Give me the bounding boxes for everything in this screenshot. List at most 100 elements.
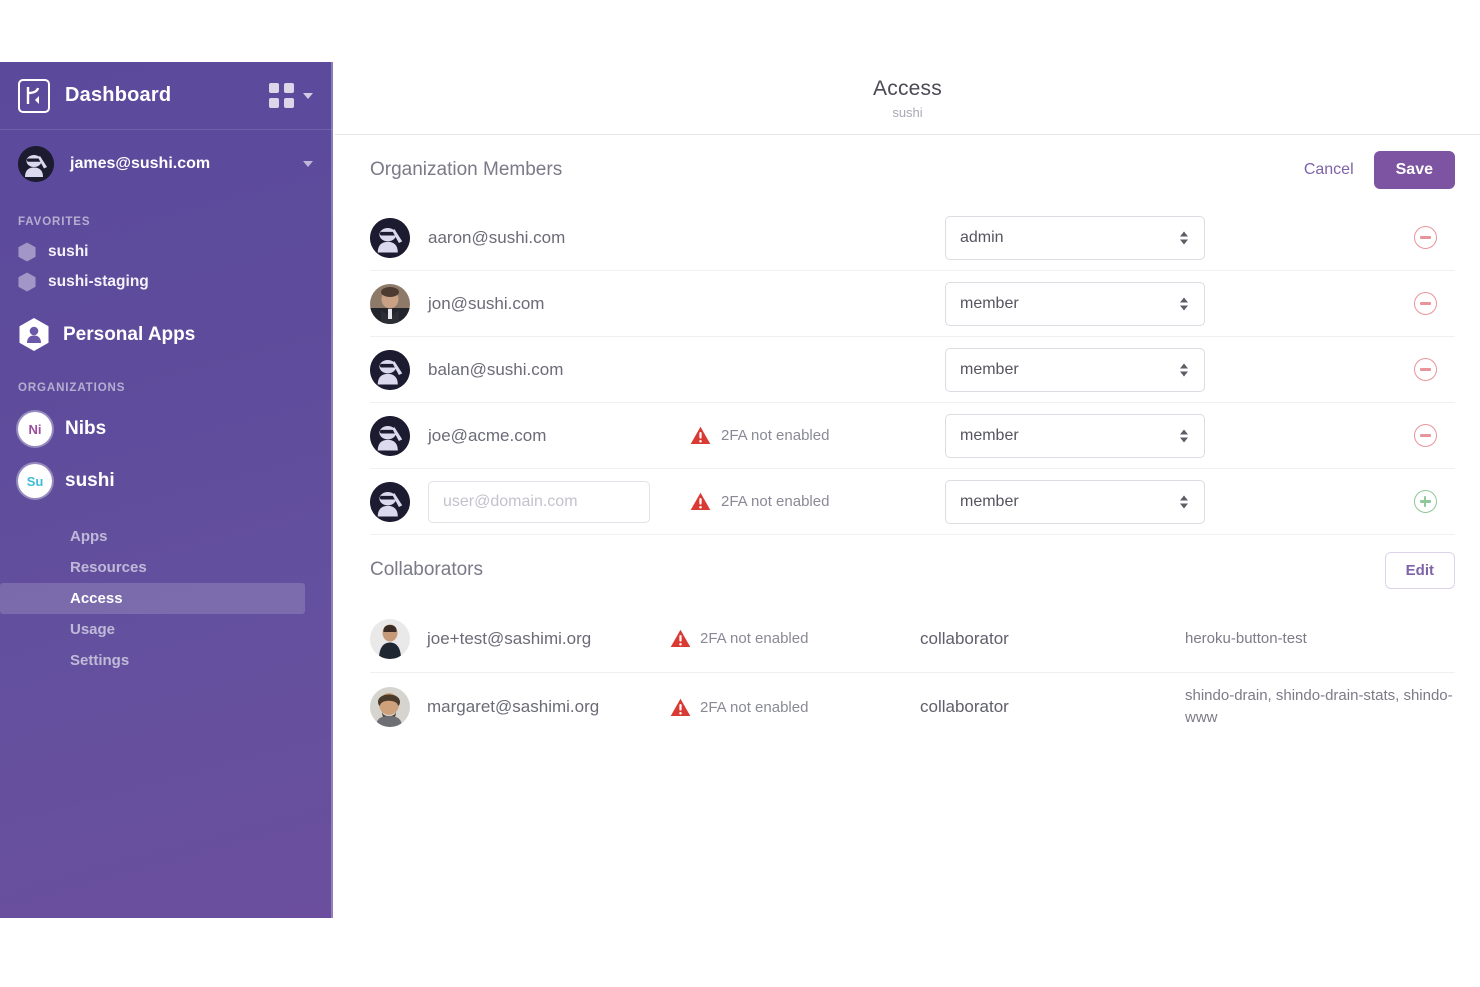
sidebar-item-org-sushi[interactable]: Su sushi xyxy=(0,455,333,507)
sidebar-brand-bar[interactable]: Dashboard xyxy=(0,62,333,130)
grid-apps-icon[interactable] xyxy=(269,83,294,108)
role-select[interactable]: member xyxy=(945,480,1205,524)
collaborators-section-title: Collaborators xyxy=(370,559,483,581)
select-stepper-icon xyxy=(1180,297,1188,310)
member-identity: aaron@sushi.com xyxy=(370,218,690,258)
members-section-title: Organization Members xyxy=(370,159,562,181)
page-header: Access sushi xyxy=(335,62,1480,135)
collaborator-role: collaborator xyxy=(920,697,1185,717)
ninja-avatar-icon xyxy=(370,218,410,258)
collaborator-apps: heroku-button-test xyxy=(1185,628,1307,650)
chevron-down-icon[interactable] xyxy=(303,161,313,167)
sidebar-item-access[interactable]: Access xyxy=(0,583,305,614)
role-select-value: member xyxy=(960,493,1019,511)
ninja-avatar-icon xyxy=(370,350,410,390)
member-2fa-status: 2FA not enabled xyxy=(690,492,945,511)
page-subtitle: sushi xyxy=(892,105,922,120)
chevron-down-icon[interactable] xyxy=(303,93,313,99)
select-stepper-icon xyxy=(1180,429,1188,442)
sidebar-item-apps[interactable]: Apps xyxy=(0,521,305,552)
role-select[interactable]: member xyxy=(945,414,1205,458)
role-select[interactable]: member xyxy=(945,282,1205,326)
org-subnav: Apps Resources Access Usage Settings xyxy=(0,521,333,676)
member-action-cell xyxy=(1395,490,1455,513)
member-identity: jon@sushi.com xyxy=(370,284,690,324)
table-row: margaret@sashimi.org 2FA not enabled col… xyxy=(370,673,1455,741)
member-identity: joe@acme.com xyxy=(370,416,690,456)
member-2fa-status: 2FA not enabled xyxy=(690,426,945,445)
member-action-cell xyxy=(1395,292,1455,315)
role-select-value: member xyxy=(960,295,1019,313)
sidebar-item-personal-apps[interactable]: Personal Apps xyxy=(0,305,333,364)
table-row: aaron@sushi.com admin xyxy=(370,205,1455,271)
org-avatar-sushi: Su xyxy=(18,464,52,498)
member-role-cell: member xyxy=(945,348,1225,392)
select-stepper-icon xyxy=(1180,363,1188,376)
member-email: joe@acme.com xyxy=(428,426,546,446)
member-email: balan@sushi.com xyxy=(428,360,563,380)
hexagon-app-icon xyxy=(18,242,36,262)
sidebar-item-sushi-staging[interactable]: sushi-staging xyxy=(0,267,333,297)
cancel-button[interactable]: Cancel xyxy=(1302,155,1356,185)
role-select[interactable]: admin xyxy=(945,216,1205,260)
member-email: aaron@sushi.com xyxy=(428,228,565,248)
member-role-cell: member xyxy=(945,414,1225,458)
org-initials: Ni xyxy=(29,422,42,437)
remove-member-icon[interactable] xyxy=(1414,226,1437,249)
role-select-value: member xyxy=(960,361,1019,379)
remove-member-icon[interactable] xyxy=(1414,424,1437,447)
sidebar-user-menu[interactable]: james@sushi.com xyxy=(0,130,333,198)
sidebar-item-sushi[interactable]: sushi xyxy=(0,237,333,267)
role-select-value: member xyxy=(960,427,1019,445)
role-select[interactable]: member xyxy=(945,348,1205,392)
remove-member-icon[interactable] xyxy=(1414,358,1437,381)
member-action-cell xyxy=(1395,424,1455,447)
table-row: balan@sushi.com member xyxy=(370,337,1455,403)
select-stepper-icon xyxy=(1180,495,1188,508)
hexagon-app-icon xyxy=(18,272,36,292)
heroku-logo-icon xyxy=(18,79,50,113)
org-avatar-nibs: Ni xyxy=(18,412,52,446)
sidebar-item-org-nibs[interactable]: Ni Nibs xyxy=(0,403,333,455)
edit-button[interactable]: Edit xyxy=(1385,552,1455,589)
ninja-avatar-icon xyxy=(370,416,410,456)
dashboard-title: Dashboard xyxy=(65,84,171,107)
member-role-cell: member xyxy=(945,480,1225,524)
save-button[interactable]: Save xyxy=(1374,151,1455,189)
sidebar-item-usage[interactable]: Usage xyxy=(0,614,305,645)
warning-triangle-icon xyxy=(690,426,711,445)
new-member-email-input[interactable] xyxy=(428,481,650,523)
access-page: Dashboard james@sushi.com FAVORITES xyxy=(0,0,1480,987)
twofa-status-text: 2FA not enabled xyxy=(721,427,829,444)
collaborators-section-header: Collaborators Edit xyxy=(370,535,1455,605)
sidebar-item-label: sushi xyxy=(65,470,115,492)
twofa-status-text: 2FA not enabled xyxy=(700,699,808,716)
role-select-value: admin xyxy=(960,229,1004,247)
member-identity xyxy=(370,481,690,523)
member-role-cell: admin xyxy=(945,216,1225,260)
sidebar-item-resources[interactable]: Resources xyxy=(0,552,305,583)
select-stepper-icon xyxy=(1180,231,1188,244)
collaborator-identity: joe+test@sashimi.org xyxy=(370,619,670,659)
collaborator-apps: shindo-drain, shindo-drain-stats, shindo… xyxy=(1185,685,1455,729)
avatar xyxy=(370,619,410,659)
collaborator-2fa-status: 2FA not enabled xyxy=(670,698,920,717)
member-role-cell: member xyxy=(945,282,1225,326)
add-member-icon[interactable] xyxy=(1414,490,1437,513)
sidebar: Dashboard james@sushi.com FAVORITES xyxy=(0,62,333,918)
sidebar-item-label: Nibs xyxy=(65,418,106,440)
apps-switcher[interactable] xyxy=(269,83,313,108)
organizations-label: ORGANIZATIONS xyxy=(0,382,333,394)
ninja-avatar-icon xyxy=(18,146,54,182)
warning-triangle-icon xyxy=(670,629,691,648)
table-row: jon@sushi.com member xyxy=(370,271,1455,337)
member-identity: balan@sushi.com xyxy=(370,350,690,390)
member-action-cell xyxy=(1395,226,1455,249)
table-row: joe@acme.com 2FA not enabled member xyxy=(370,403,1455,469)
page-title: Access xyxy=(873,77,942,101)
collaborator-2fa-status: 2FA not enabled xyxy=(670,629,920,648)
sidebar-item-label: sushi-staging xyxy=(48,273,149,291)
new-member-row: 2FA not enabled member xyxy=(370,469,1455,535)
sidebar-item-settings[interactable]: Settings xyxy=(0,645,305,676)
remove-member-icon[interactable] xyxy=(1414,292,1437,315)
